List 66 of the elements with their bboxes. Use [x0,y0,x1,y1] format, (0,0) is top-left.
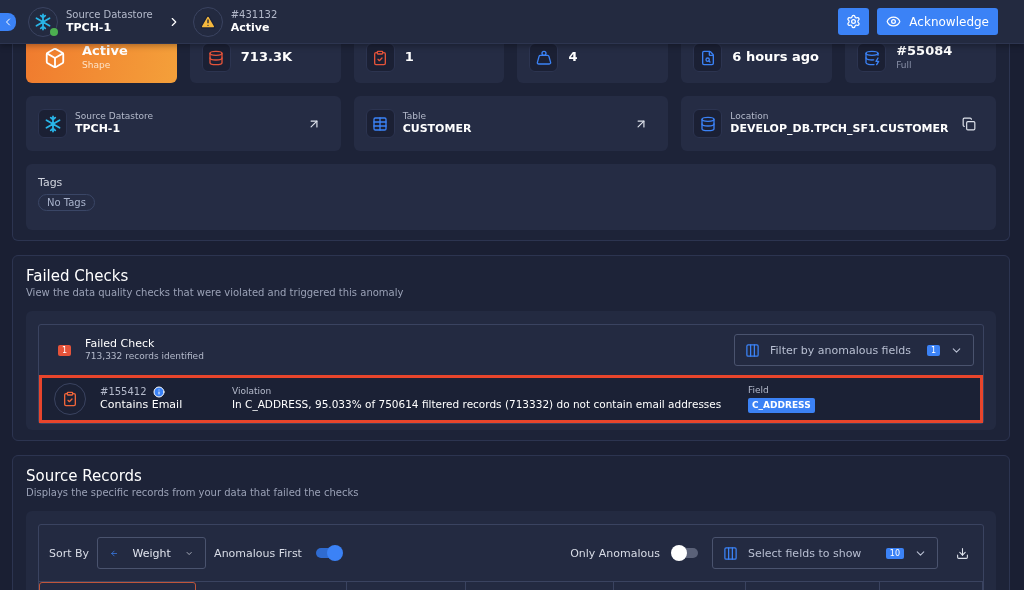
card-value: 713.3K [240,49,293,66]
breadcrumb-label: Source Datastore [66,8,153,21]
acknowledge-button[interactable]: Acknowledge [877,8,998,35]
check-id: #155412 [100,385,147,399]
check-name: Contains Email [100,398,184,413]
file-search-icon [699,49,716,66]
violation-label: Violation [232,386,273,398]
clipboard-check-icon [372,49,389,66]
toggle-label: Anomalous First [214,546,302,560]
eye-icon [886,14,902,29]
card-value: 4 [568,49,578,66]
snowflake-icon [43,114,62,133]
detail-label: Table [402,110,427,123]
detail-value: CUSTOMER [402,122,472,137]
toggle-switch[interactable] [315,548,340,558]
cube-icon [44,46,66,69]
violation-text: In C_ADDRESS, 95.033% of 750614 filtered records (713332) do not contain email addresses [232,398,723,412]
group-title: Failed Check [85,337,156,352]
snowflake-icon [34,12,52,31]
columns-icon [745,342,760,358]
breadcrumb-datastore[interactable]: TPCH-1 [66,20,153,35]
detail-value: DEVELOP_DB.TPCH_SF1.CUSTOMER [730,122,949,137]
database-location-icon [699,115,716,132]
card-value: 6 hours ago [732,49,820,66]
card-subtitle: Full [896,60,913,72]
toggle-switch[interactable] [674,548,698,558]
section-title: Failed Checks [26,267,130,285]
field-tag: C_ADDRESS [748,397,815,414]
settings-icon [846,14,862,29]
table-icon [372,115,389,132]
toggle-label: Only Anomalous [570,546,660,560]
card-subtitle: Shape [82,60,112,72]
detail-label: Location [730,110,770,123]
database-icon [208,49,225,66]
copy-icon [962,116,976,131]
anomaly-status: Active [230,20,271,35]
count-badge: 1 [58,344,72,356]
sort-label: Sort By [49,546,90,560]
back-button[interactable] [0,12,16,31]
fields-count: 10 [885,547,904,559]
weight-icon [536,49,552,66]
detail-value: TPCH-1 [75,122,122,137]
failed-check-row[interactable]: #155412 Contains Email Violation In C_ADDRESS, 95.033% of 750614 filtered records (713332) do not contain email addresses Field C_ADDRESS [39,375,983,423]
filter-count: 1 [926,344,940,356]
section-subtitle: View the data quality checks that were violated and triggered this anomaly [26,287,405,298]
copy-button[interactable] [962,116,976,131]
card-value: 1 [404,49,414,66]
filter-select[interactable]: Filter by anomalous fields 1 [734,334,974,366]
check-icon [62,391,78,407]
anomaly-id: #431132 [230,8,278,21]
section-subtitle: Displays the specific records from your data that failed the checks [26,487,360,498]
columns-icon [723,545,738,561]
info-icon [152,385,165,398]
card-value: Active [82,43,128,61]
download-icon [956,546,969,560]
warning-icon [199,13,216,30]
fields-select[interactable]: Select fields to show 10 [712,537,938,569]
settings-button[interactable] [838,8,870,35]
card-value: #55084 [896,43,953,61]
field-label: Field [748,384,770,397]
section-title: Source Records [26,467,143,485]
detail-label: Source Datastore [75,110,154,123]
sort-select[interactable]: Weight [97,537,207,569]
download-button[interactable] [956,546,969,560]
tags-label: Tags [38,176,63,189]
records-count: 713,332 records identified [85,351,204,363]
